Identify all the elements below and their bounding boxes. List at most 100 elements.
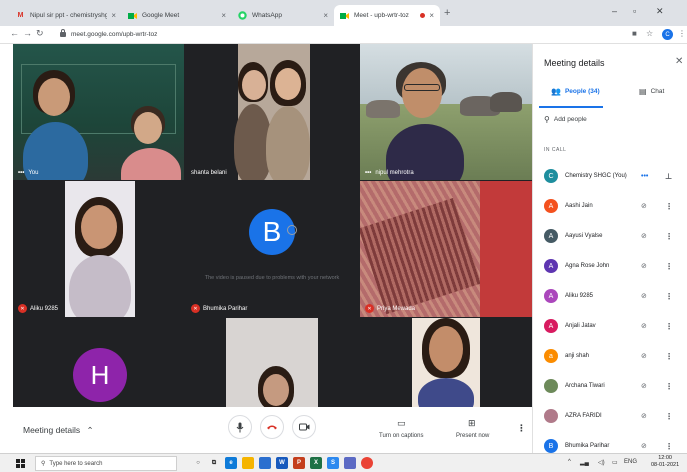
windows-taskbar: ⚲ Type here to search ○ ⧉ e W P X S ^ ▂▄… <box>0 453 687 472</box>
chrome-icon[interactable] <box>361 457 373 469</box>
more-options-icon[interactable]: ⋮ <box>665 442 673 451</box>
video-tile-aliku[interactable]: ✕ Aliku 9285 <box>13 181 184 317</box>
meeting-details-toggle[interactable]: Meeting details ⌃ <box>23 425 94 436</box>
close-icon[interactable]: × <box>323 11 328 20</box>
task-view-icon[interactable]: ⧉ <box>208 457 220 469</box>
leave-call-button[interactable] <box>260 415 284 439</box>
microphone-button[interactable] <box>228 415 252 439</box>
browser-menu-icon[interactable]: ⋮ <box>678 29 686 38</box>
add-people-button[interactable]: ⚲ Add people <box>544 115 587 124</box>
network-warning-icon <box>287 225 297 235</box>
close-icon[interactable]: ✕ <box>675 56 683 67</box>
more-options-icon[interactable]: ⋮ <box>517 423 526 434</box>
participant-row[interactable]: Archana Tiwari ⊘ ⋮ <box>533 371 687 401</box>
video-tile-bhumika-parihar[interactable]: B The video is paused due to problems wi… <box>186 181 358 317</box>
mic-off-icon[interactable]: ⊘ <box>641 352 647 360</box>
audio-level-icon: ••• <box>641 172 649 180</box>
tab-meet-active[interactable]: Meet - upb-wrtr-toz × <box>334 5 440 26</box>
network-icon[interactable]: ▂▄ <box>580 459 589 466</box>
tab-chat[interactable]: ▤ Chat <box>639 87 664 96</box>
more-options-icon[interactable]: ⋮ <box>665 412 673 421</box>
captions-icon[interactable]: ▭ <box>397 418 406 429</box>
present-label[interactable]: Present now <box>456 433 489 439</box>
tab-whatsapp[interactable]: WhatsApp × <box>232 5 334 26</box>
language-indicator[interactable]: ENG <box>624 459 637 465</box>
participant-row[interactable]: A Aayusi Vyalse ⊘ ⋮ <box>533 221 687 251</box>
mic-off-icon[interactable]: ⊘ <box>641 442 647 450</box>
participant-row[interactable]: AZRA FARIDI ⊘ ⋮ <box>533 401 687 431</box>
camera-icon <box>298 423 309 431</box>
window-close-icon[interactable]: ✕ <box>656 6 664 17</box>
participant-row[interactable]: A Anjali Jatav ⊘ ⋮ <box>533 311 687 341</box>
taskbar-search-box[interactable]: ⚲ Type here to search <box>35 456 177 471</box>
participant-row[interactable]: B Bhumika Parihar ⊘ ⋮ <box>533 431 687 453</box>
camera-in-use-icon[interactable]: ■ <box>632 29 637 38</box>
more-options-icon[interactable]: ⋮ <box>665 382 673 391</box>
file-explorer-icon[interactable] <box>242 457 254 469</box>
system-clock[interactable]: 12:00 08-01-2021 <box>651 455 679 469</box>
bookmark-star-icon[interactable]: ☆ <box>646 29 653 38</box>
mic-off-icon[interactable]: ⊘ <box>641 292 647 300</box>
microphone-icon <box>236 422 244 432</box>
participant-name: Bhumika Parihar <box>203 305 248 312</box>
participant-row[interactable]: A Aashi Jain ⊘ ⋮ <box>533 191 687 221</box>
tab-gmail[interactable]: M Nipul sir ppt - chemistryshgc@gm × <box>10 5 122 26</box>
more-options-icon[interactable]: ⋮ <box>665 232 673 241</box>
mic-off-icon[interactable]: ⊘ <box>641 382 647 390</box>
more-options-icon[interactable]: ⋮ <box>665 352 673 361</box>
battery-icon[interactable]: ▭ <box>612 459 618 466</box>
video-tile-shanta-belani[interactable]: shanta belani <box>186 44 358 180</box>
participant-row[interactable]: C Chemistry SHGC (You) ••• ⊥ <box>533 161 687 191</box>
forward-arrow-icon[interactable]: → <box>23 28 32 38</box>
captions-label[interactable]: Turn on captions <box>379 433 423 439</box>
app-icon[interactable] <box>344 457 356 469</box>
pin-icon[interactable]: ⊥ <box>665 172 672 181</box>
store-icon[interactable] <box>259 457 271 469</box>
profile-avatar[interactable]: C <box>662 29 673 40</box>
more-options-icon[interactable]: ⋮ <box>665 262 673 271</box>
camera-button[interactable] <box>292 415 316 439</box>
edge-icon[interactable]: e <box>225 457 237 469</box>
video-tile-you[interactable]: ••• You <box>13 44 184 180</box>
excel-icon[interactable]: X <box>310 457 322 469</box>
close-icon[interactable]: × <box>429 11 434 20</box>
mic-off-icon[interactable]: ⊘ <box>641 412 647 420</box>
windows-start-icon[interactable] <box>16 459 25 468</box>
more-options-icon[interactable]: ⋮ <box>665 322 673 331</box>
participant-row[interactable]: A Aliku 9285 ⊘ ⋮ <box>533 281 687 311</box>
powerpoint-icon[interactable]: P <box>293 457 305 469</box>
video-tile-h-avatar[interactable]: H <box>13 318 184 407</box>
maximize-icon[interactable]: ▫ <box>633 6 636 16</box>
more-options-icon[interactable]: ⋮ <box>665 202 673 211</box>
mic-off-icon[interactable]: ⊘ <box>641 262 647 270</box>
video-tile-participant[interactable] <box>360 318 532 407</box>
cortana-icon[interactable]: ○ <box>192 457 204 469</box>
close-icon[interactable]: × <box>111 11 116 20</box>
present-icon[interactable]: ⊞ <box>468 418 476 429</box>
skype-icon[interactable]: S <box>327 457 339 469</box>
back-arrow-icon[interactable]: ← <box>10 28 19 38</box>
gmail-icon: M <box>17 12 24 19</box>
reload-icon[interactable]: ↻ <box>36 28 44 39</box>
tab-people[interactable]: 👥 People (34) <box>551 87 600 96</box>
participant-row[interactable]: a anji shah ⊘ ⋮ <box>533 341 687 371</box>
mic-off-icon[interactable]: ⊘ <box>641 202 647 210</box>
video-tile-nipul-mehrotra[interactable]: ••• nipul mehrotra <box>360 44 532 180</box>
tray-expand-icon[interactable]: ^ <box>568 459 571 465</box>
new-tab-icon[interactable]: + <box>444 7 450 19</box>
mic-off-icon[interactable]: ⊘ <box>641 322 647 330</box>
tab-google-meet[interactable]: Google Meet × <box>122 5 232 26</box>
word-icon[interactable]: W <box>276 457 288 469</box>
video-tile-participant[interactable] <box>186 318 358 407</box>
more-options-icon[interactable]: ••• <box>365 170 371 176</box>
participant-avatar: a <box>544 349 558 363</box>
mic-off-icon[interactable]: ⊘ <box>641 232 647 240</box>
volume-icon[interactable]: ◁) <box>598 459 605 466</box>
video-tile-priya-mewada[interactable]: ✕ Priya Mewada <box>360 181 532 317</box>
more-options-icon[interactable]: ⋮ <box>665 292 673 301</box>
close-icon[interactable]: × <box>221 11 226 20</box>
address-bar[interactable]: meet.google.com/upb-wrtr-toz <box>60 28 620 41</box>
participant-row[interactable]: A Agna Rose John ⊘ ⋮ <box>533 251 687 281</box>
more-options-icon[interactable]: ••• <box>18 170 24 176</box>
minimize-icon[interactable]: – <box>612 6 617 16</box>
